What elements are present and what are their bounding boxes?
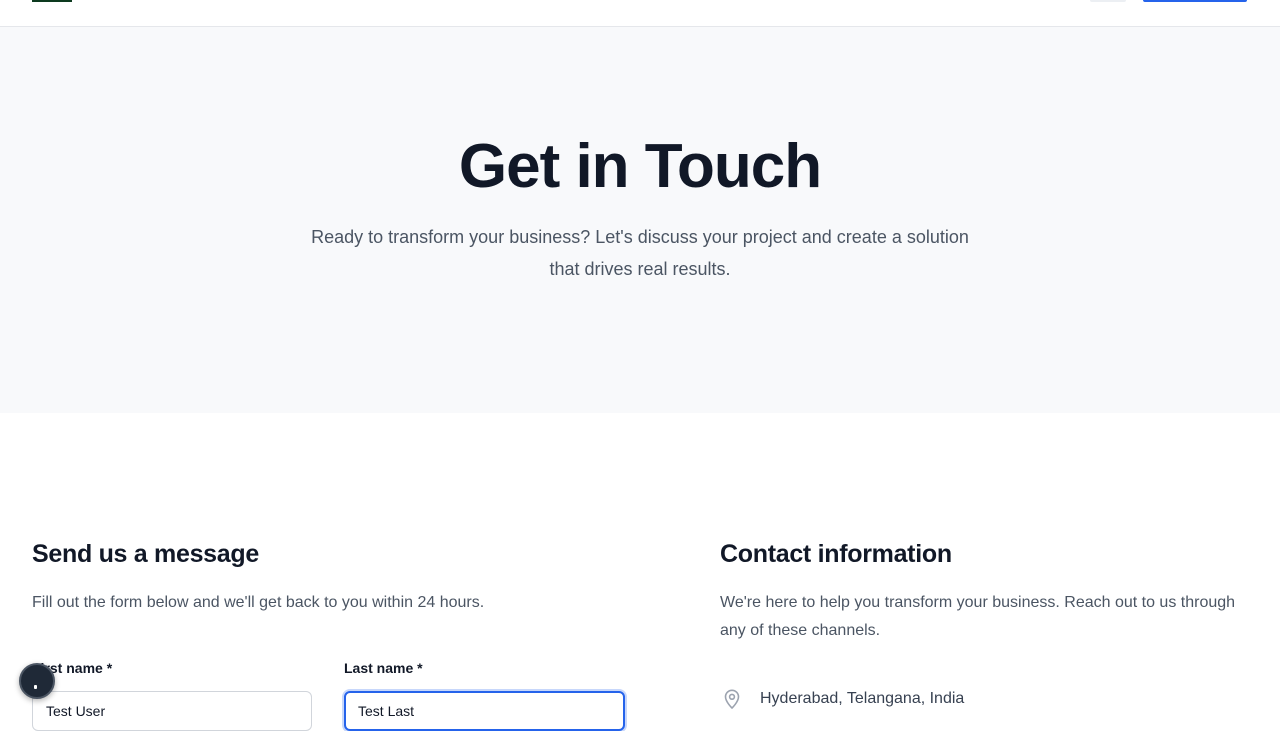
contact-location-text: Hyderabad, Telangana, India <box>760 690 965 707</box>
floating-button-icon <box>34 685 37 689</box>
contact-location: Hyderabad, Telangana, India <box>720 686 964 712</box>
last-name-input[interactable] <box>344 691 625 731</box>
contact-section-title: Contact information <box>720 540 952 568</box>
nav-menu-button[interactable] <box>1090 0 1126 2</box>
floating-action-button[interactable] <box>19 663 55 699</box>
logo[interactable] <box>32 0 72 2</box>
hero-subtitle: Ready to transform your business? Let's … <box>311 227 969 279</box>
form-section-description: Fill out the form below and we'll get ba… <box>32 594 485 611</box>
map-pin-icon <box>720 687 744 711</box>
page-title: Get in Touch <box>458 132 822 201</box>
hero-section: Get in Touch Ready to transform your bus… <box>0 27 1280 413</box>
first-name-input[interactable] <box>32 691 312 731</box>
contact-section-description: We're here to help you transform your bu… <box>720 594 1236 639</box>
top-navigation-bar <box>0 0 1280 27</box>
last-name-label: Last name * <box>344 660 423 676</box>
form-section-title: Send us a message <box>32 540 259 568</box>
nav-cta-button[interactable] <box>1143 0 1247 2</box>
